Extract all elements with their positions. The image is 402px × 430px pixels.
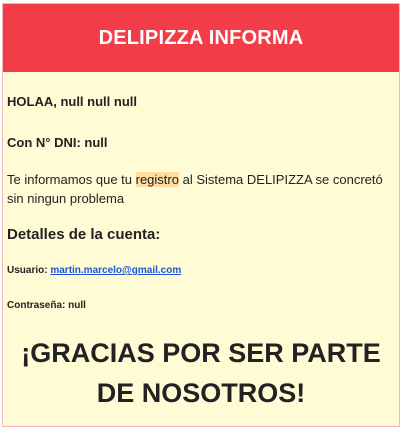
account-details-title: Detalles de la cuenta: [7,226,161,243]
user-label: Usuario: [7,265,48,276]
message-before: Te informamos que tu [7,172,136,187]
thanks-heading: ¡GRACIAS POR SER PARTE DE NOSOTROS! [21,338,381,408]
registration-message: Te informamos que tu registro al Sistema… [7,170,395,208]
password-value: null [68,300,86,311]
header-title: DELIPIZZA INFORMA [98,26,304,49]
email-body: HOLAA, null null null Con N° DNI: null T… [3,94,399,413]
email-card: DELIPIZZA INFORMA HOLAA, null null null … [2,3,400,427]
password-row: Contraseña: null [7,300,395,311]
greeting-text: HOLAA, null null null [7,94,137,109]
message-highlight: registro [135,172,179,187]
dni-text: Con N° DNI: null [7,135,108,150]
user-row: Usuario: martin.marcelo@gmail.com [7,265,395,276]
password-label: Contraseña: [7,300,66,311]
user-email-link[interactable]: martin.marcelo@gmail.com [50,265,181,276]
email-header: DELIPIZZA INFORMA [3,4,399,72]
